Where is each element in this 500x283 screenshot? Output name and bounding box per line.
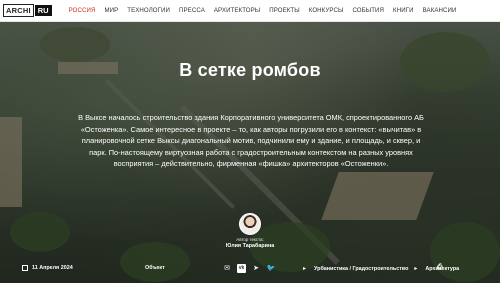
tag-icon: ▸ [414,266,418,272]
tag-icon: ▸ [303,266,307,272]
author-avatar[interactable] [239,213,261,235]
top-navigation-bar: ARCHI RU РОССИЯ МИР ТЕХНОЛОГИИ ПРЕССА АР… [0,0,500,22]
nav-item-competitions[interactable]: КОНКУРСЫ [309,7,344,14]
author-name[interactable]: Юлия Тарабарина [220,243,280,249]
share-buttons: ✉ vk ➤ 🐦 [222,263,276,273]
article-type[interactable]: Объект [145,265,165,271]
calendar-icon [22,265,28,271]
article-title: В сетке ромбов [179,60,321,80]
share-icon: ✉ [224,265,230,272]
main-nav: РОССИЯ МИР ТЕХНОЛОГИИ ПРЕССА АРХИТЕКТОРЫ… [69,7,466,14]
tag-urbanism[interactable]: Урбанистика / Градостроительство [314,266,408,272]
telegram-icon[interactable]: ➤ [251,263,261,273]
author-role-label: Автор текста: [236,237,264,242]
nav-item-russia[interactable]: РОССИЯ [69,7,96,14]
article-lead: В Выксе началось строительство здания Ко… [78,113,424,169]
nav-item-projects[interactable]: ПРОЕКТЫ [269,7,299,14]
print-icon[interactable]: ⎙ [437,264,443,272]
nav-item-technologies[interactable]: ТЕХНОЛОГИИ [127,7,170,14]
nav-item-vacancies[interactable]: ВАКАНСИИ [423,7,457,14]
nav-item-architects[interactable]: АРХИТЕКТОРЫ [214,7,260,14]
article-hero: В сетке ромбов В Выксе началось строител… [0,22,500,283]
logo-ru-text: RU [34,5,52,16]
article-date: 11 Апреля 2024 [22,265,73,271]
archi-ru-logo[interactable]: ARCHI RU [3,4,52,18]
vk-icon[interactable]: vk [237,263,246,273]
twitter-icon[interactable]: 🐦 [266,263,276,273]
article-tags: ▸ Урбанистика / Градостроительство ▸ Арх… [303,265,459,273]
nav-item-events[interactable]: СОБЫТИЯ [352,7,384,14]
nav-item-books[interactable]: КНИГИ [393,7,414,14]
article-date-text: 11 Апреля 2024 [32,265,73,271]
author-block[interactable]: Автор текста: Юлия Тарабарина [220,213,280,249]
nav-item-press[interactable]: ПРЕССА [179,7,205,14]
article-meta-bar: 11 Апреля 2024 Объект ✉ vk ➤ 🐦 ▸ Урбанис… [0,263,500,277]
logo-archi-text: ARCHI [3,4,34,17]
nav-item-world[interactable]: МИР [104,7,118,14]
